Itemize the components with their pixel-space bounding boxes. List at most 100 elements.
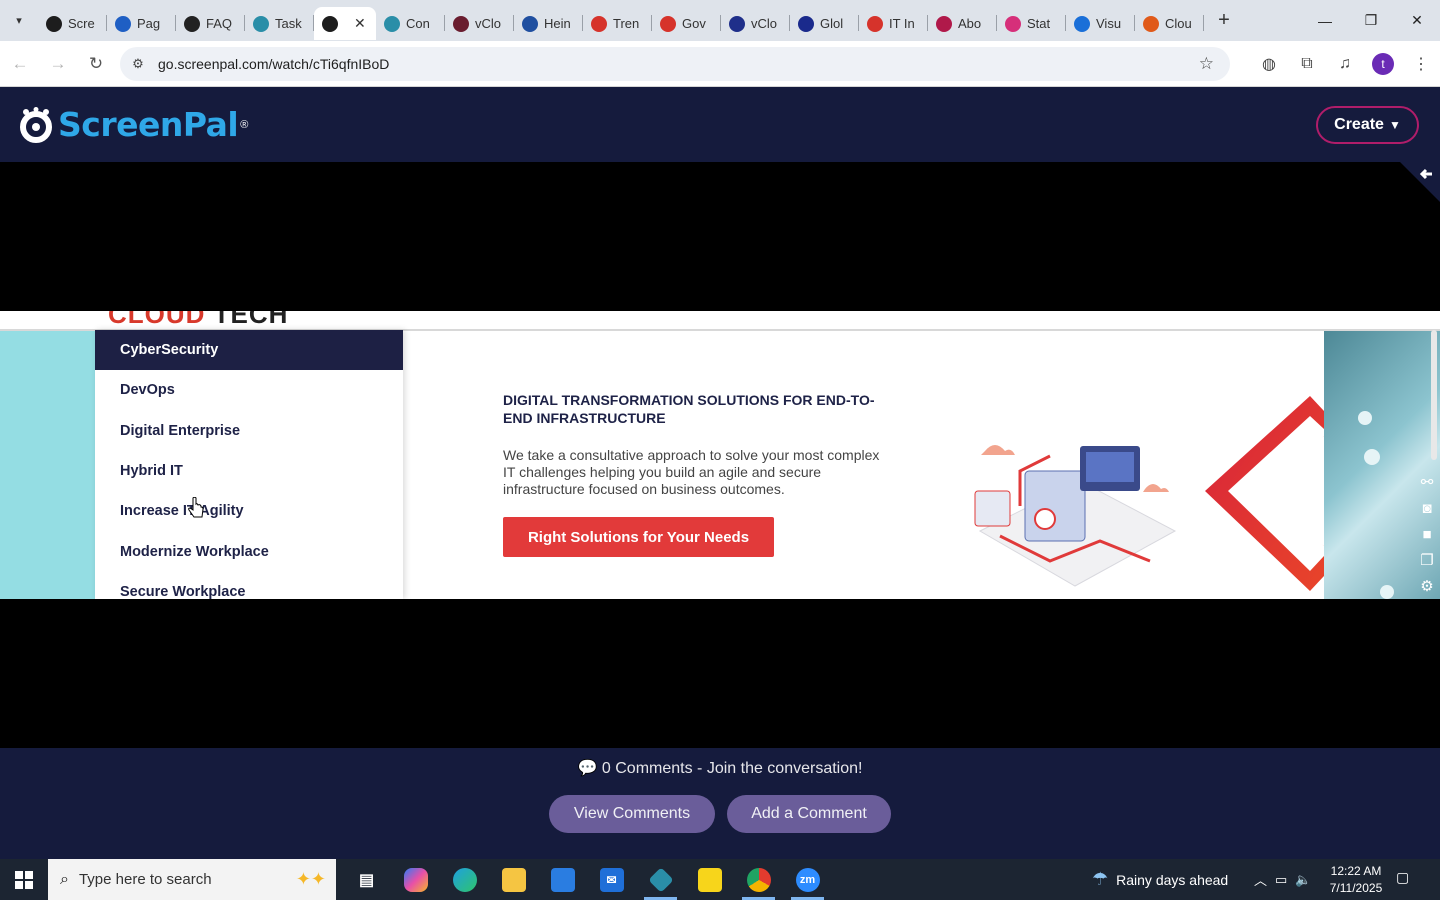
- right-solutions-button: Right Solutions for Your Needs: [503, 517, 774, 557]
- zoom-icon[interactable]: zm: [783, 859, 832, 900]
- browser-tab[interactable]: IT In: [859, 7, 928, 40]
- quill-icon: [1005, 15, 1021, 32]
- close-window-button[interactable]: ✕: [1394, 0, 1440, 41]
- chevron-down-icon: ▼: [1388, 118, 1401, 132]
- content-heading: DIGITAL TRANSFORMATION SOLUTIONS FOR END…: [503, 392, 875, 426]
- menu-item: CyberSecurity: [95, 330, 403, 371]
- tab-label: Hein: [544, 16, 571, 31]
- minimize-button[interactable]: —: [1302, 0, 1348, 41]
- browser-tab[interactable]: Tren: [583, 7, 652, 40]
- browser-tab[interactable]: Task: [245, 7, 314, 40]
- view-comments-button[interactable]: View Comments: [549, 795, 715, 833]
- tab-label: Con: [406, 16, 430, 31]
- tab-label: Abo: [958, 16, 982, 31]
- browser-tab[interactable]: FAQ: [176, 7, 245, 40]
- browser-tab[interactable]: vClo: [721, 7, 790, 40]
- volume-icon[interactable]: 🔈: [1295, 872, 1311, 888]
- forward-button[interactable]: →: [40, 46, 76, 82]
- browser-tab[interactable]: Stat: [997, 7, 1066, 40]
- video-player[interactable]: CLOUD TECH CyberSecurity DevOps Digital En…: [0, 162, 1440, 748]
- url-text[interactable]: go.screenpal.com/watch/cTi6qfnIBoD: [158, 56, 389, 72]
- browser-tab[interactable]: Glol: [790, 7, 859, 40]
- collapse-arrow-icon[interactable]: [1400, 162, 1440, 202]
- content-body: We take a consultative approach to solve…: [503, 447, 880, 497]
- v-icon: [453, 15, 469, 32]
- menu-item: Hybrid IT: [120, 463, 183, 480]
- browser-tab[interactable]: Visu: [1066, 7, 1135, 40]
- store-icon[interactable]: [538, 859, 587, 900]
- file-explorer-icon[interactable]: [489, 859, 538, 900]
- browser-tab[interactable]: Gov: [652, 7, 721, 40]
- copilot-icon[interactable]: [391, 859, 440, 900]
- chevron-up-icon[interactable]: ︿: [1254, 870, 1267, 889]
- edge-icon[interactable]: [440, 859, 489, 900]
- new-tab-button[interactable]: +: [1208, 5, 1240, 37]
- taskbar-search[interactable]: ⌕ Type here to search ✦✦: [48, 859, 336, 900]
- tab-label: Pag: [137, 16, 161, 31]
- browser-tab[interactable]: Abo: [928, 7, 997, 40]
- comments-section: 💬 0 Comments - Join the conversation! Vi…: [0, 748, 1440, 859]
- sticky-notes-icon[interactable]: [685, 859, 734, 900]
- tab-label: FAQ: [206, 16, 233, 31]
- task-view-icon[interactable]: ▤: [342, 859, 391, 900]
- chrome-icon[interactable]: [734, 859, 783, 900]
- weather-widget[interactable]: ☂ Rainy days ahead: [1092, 859, 1228, 900]
- create-button[interactable]: Create ▼: [1316, 106, 1419, 144]
- diamond-icon: [591, 15, 607, 32]
- reload-button[interactable]: ↻: [78, 46, 114, 82]
- browser-tab[interactable]: Con: [376, 7, 445, 40]
- screenpal-logo[interactable]: ScreenPal ®: [18, 105, 248, 144]
- translate-icon[interactable]: ◍: [1250, 54, 1288, 74]
- tab-search-button[interactable]: ▾: [0, 0, 38, 41]
- mail-icon[interactable]: ✉: [587, 859, 636, 900]
- comments-summary: 💬 0 Comments - Join the conversation!: [0, 758, 1440, 778]
- browser-tab[interactable]: Pag: [107, 7, 176, 40]
- network-icon[interactable]: ▭: [1275, 872, 1287, 888]
- app-hex-icon[interactable]: [636, 859, 685, 900]
- media-control-icon[interactable]: ♫: [1326, 55, 1364, 73]
- link-icon[interactable]: ⚯: [1417, 472, 1437, 492]
- solution-content: DIGITAL TRANSFORMATION SOLUTIONS FOR END…: [503, 391, 883, 498]
- notifications-icon[interactable]: ▢: [1396, 869, 1418, 889]
- address-bar[interactable]: ⚙ go.screenpal.com/watch/cTi6qfnIBoD ☆: [120, 47, 1230, 81]
- site-info-icon[interactable]: ⚙: [126, 56, 150, 72]
- site-header: ScreenPal ® Create ▼: [0, 87, 1440, 162]
- browser-tab[interactable]: vClo: [445, 7, 514, 40]
- back-button[interactable]: ←: [2, 46, 38, 82]
- task-icon: [253, 15, 269, 32]
- tab-label: Glol: [820, 16, 844, 31]
- profile-button[interactable]: t: [1364, 53, 1402, 75]
- video-camera-icon[interactable]: ■: [1417, 524, 1437, 544]
- avatar: t: [1372, 53, 1394, 75]
- system-clock[interactable]: 12:22 AM 7/11/2025: [1326, 863, 1386, 897]
- add-comment-button[interactable]: Add a Comment: [727, 795, 891, 833]
- clock-date: 7/11/2025: [1329, 881, 1383, 895]
- layers-icon[interactable]: ❐: [1417, 550, 1437, 570]
- settings-gear-icon[interactable]: ⚙: [1417, 576, 1437, 596]
- camera-icon[interactable]: ◙: [1417, 498, 1437, 518]
- start-button[interactable]: [0, 859, 48, 900]
- logo-text: ScreenPal: [58, 105, 239, 144]
- browser-tab[interactable]: Hein: [514, 7, 583, 40]
- registered-mark: ®: [240, 118, 249, 131]
- comments-summary-text: 0 Comments - Join the conversation!: [601, 760, 863, 777]
- speech-bubble-icon: 💬: [577, 760, 598, 777]
- bookmark-star-icon[interactable]: ☆: [1199, 54, 1214, 74]
- screenpal-logo-icon: [20, 106, 52, 143]
- browser-menu-icon[interactable]: ⋮: [1402, 54, 1440, 74]
- umbrella-icon: ☂: [1092, 869, 1109, 889]
- network-node: [1358, 411, 1372, 425]
- browser-tab[interactable]: Scre: [38, 7, 107, 40]
- browser-tab[interactable]: Clou: [1135, 7, 1204, 40]
- infrastructure-illustration-icon: [974, 445, 1177, 587]
- close-tab-icon[interactable]: ✕: [354, 15, 366, 32]
- heading-red-part: CLOUD: [108, 311, 206, 329]
- extensions-icon[interactable]: ⧉: [1288, 55, 1326, 73]
- window-controls: — ❐ ✕: [1302, 0, 1440, 41]
- maximize-button[interactable]: ❐: [1348, 0, 1394, 41]
- browser-tab[interactable]: ✕: [314, 7, 376, 40]
- diamond-icon: [867, 15, 883, 32]
- menu-item: Digital Enterprise: [120, 422, 241, 439]
- scale-icon: [522, 15, 538, 32]
- hex-icon: [384, 15, 400, 32]
